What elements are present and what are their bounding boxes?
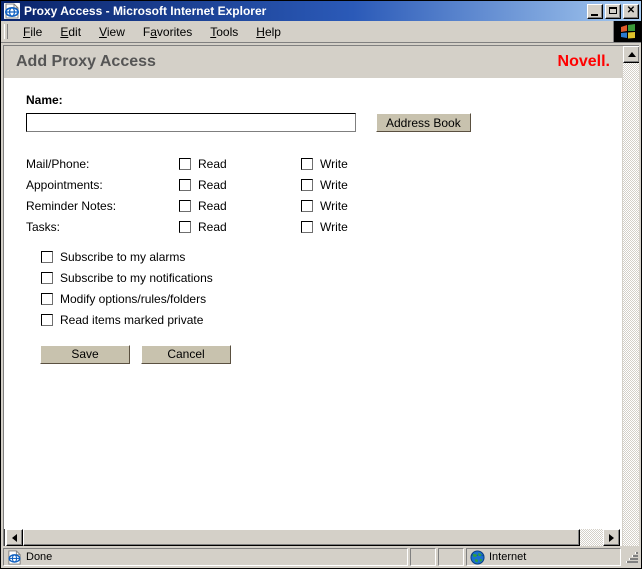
menu-item-file[interactable]: File — [14, 22, 51, 42]
checkbox-label: Write — [320, 156, 348, 171]
proxy-access-form: Name: Address Book Mail/Phone: Read Writ… — [4, 79, 622, 364]
option-row-subscribe-alarms: Subscribe to my alarms — [41, 246, 622, 267]
checkbox-label: Write — [320, 177, 348, 192]
option-row-modify-options: Modify options/rules/folders — [41, 288, 622, 309]
checkbox-label: Write — [320, 198, 348, 213]
menu-drag-handle[interactable] — [4, 24, 8, 39]
option-row-read-private: Read items marked private — [41, 309, 622, 330]
horizontal-scroll-thumb[interactable] — [23, 529, 580, 546]
appointments-write-checkbox[interactable] — [301, 178, 313, 191]
scroll-right-button[interactable] — [603, 529, 620, 546]
minimize-button[interactable] — [587, 3, 603, 19]
mail-phone-read-checkbox[interactable] — [179, 157, 191, 170]
form-actions: Save Cancel — [26, 345, 622, 364]
window-controls: ✕ — [587, 3, 639, 19]
globe-icon — [470, 549, 485, 565]
status-panel-2 — [438, 548, 464, 566]
checkbox-label: Read — [198, 156, 227, 171]
menu-item-favorites[interactable]: Favorites — [134, 22, 201, 42]
address-book-button[interactable]: Address Book — [376, 113, 471, 132]
option-row-subscribe-notifications: Subscribe to my notifications — [41, 267, 622, 288]
scroll-left-button[interactable] — [6, 529, 23, 546]
ie-animated-logo-icon[interactable] — [613, 21, 641, 42]
subscribe-alarms-checkbox[interactable] — [41, 250, 53, 263]
name-input[interactable] — [26, 113, 356, 132]
name-label: Name: — [26, 93, 63, 107]
permission-write-cell: Write — [301, 157, 423, 171]
menu-item-tools[interactable]: Tools — [201, 22, 247, 42]
options-list: Subscribe to my alarms Subscribe to my n… — [26, 246, 622, 330]
tasks-write-checkbox[interactable] — [301, 220, 313, 233]
reminder-notes-write-checkbox[interactable] — [301, 199, 313, 212]
checkbox-label: Write — [320, 219, 348, 234]
tasks-read-checkbox[interactable] — [179, 220, 191, 233]
mail-phone-write-checkbox[interactable] — [301, 157, 313, 170]
permission-write-cell: Write — [301, 178, 423, 192]
menu-items: File Edit View Favorites Tools Help — [10, 21, 613, 42]
checkbox-label: Read — [198, 177, 227, 192]
browser-window: Proxy Access - Microsoft Internet Explor… — [0, 0, 642, 569]
menu-item-view[interactable]: View — [90, 22, 134, 42]
subscribe-notifications-checkbox[interactable] — [41, 271, 53, 284]
permission-write-cell: Write — [301, 220, 423, 234]
page-viewport: Add Proxy Access Novell. Name: Address B… — [3, 45, 639, 546]
web-page-content: Add Proxy Access Novell. Name: Address B… — [4, 46, 622, 529]
modify-options-checkbox[interactable] — [41, 292, 53, 305]
security-zone-panel[interactable]: Internet — [466, 548, 621, 566]
permission-row-appointments: Appointments: Read Write — [26, 174, 622, 195]
horizontal-scrollbar[interactable] — [6, 529, 620, 546]
save-button[interactable]: Save — [40, 345, 130, 364]
menu-item-help[interactable]: Help — [247, 22, 290, 42]
maximize-button[interactable] — [605, 3, 621, 19]
status-message-panel: Done — [3, 548, 408, 566]
page-title: Add Proxy Access — [16, 53, 156, 70]
permissions-grid: Mail/Phone: Read Write Appointments: Rea… — [26, 153, 622, 237]
permission-read-cell: Read — [179, 178, 301, 192]
vertical-scrollbar[interactable] — [622, 46, 639, 546]
permission-label: Mail/Phone: — [26, 156, 90, 171]
window-title: Proxy Access - Microsoft Internet Explor… — [24, 4, 267, 18]
permission-read-cell: Read — [179, 157, 301, 171]
option-label: Subscribe to my notifications — [60, 270, 213, 285]
permission-read-cell: Read — [179, 220, 301, 234]
option-label: Read items marked private — [60, 312, 204, 327]
cancel-button[interactable]: Cancel — [141, 345, 231, 364]
menu-bar: File Edit View Favorites Tools Help — [1, 21, 641, 43]
option-label: Subscribe to my alarms — [60, 249, 186, 264]
horizontal-scroll-track[interactable] — [23, 529, 603, 546]
page-header-band: Add Proxy Access Novell. — [4, 46, 622, 79]
novell-logo: Novell. — [557, 53, 610, 70]
permission-row-reminder-notes: Reminder Notes: Read Write — [26, 195, 622, 216]
status-bar: Done Internet — [1, 546, 641, 568]
ie-document-icon — [4, 3, 20, 19]
permission-read-cell: Read — [179, 199, 301, 213]
resize-grip[interactable] — [625, 550, 639, 564]
status-text: Done — [26, 551, 53, 563]
menu-item-edit[interactable]: Edit — [51, 22, 90, 42]
checkbox-label: Read — [198, 198, 227, 213]
checkbox-label: Read — [198, 219, 227, 234]
security-zone-text: Internet — [489, 551, 527, 563]
scroll-up-button[interactable] — [623, 46, 639, 63]
reminder-notes-read-checkbox[interactable] — [179, 199, 191, 212]
vertical-scroll-track[interactable] — [623, 63, 639, 546]
permission-label: Reminder Notes: — [26, 198, 117, 213]
name-row: Address Book — [26, 113, 622, 132]
close-button[interactable]: ✕ — [623, 3, 639, 19]
read-private-checkbox[interactable] — [41, 313, 53, 326]
appointments-read-checkbox[interactable] — [179, 178, 191, 191]
permission-row-mail-phone: Mail/Phone: Read Write — [26, 153, 622, 174]
permission-write-cell: Write — [301, 199, 423, 213]
permission-label: Tasks: — [26, 219, 61, 234]
permission-row-tasks: Tasks: Read Write — [26, 216, 622, 237]
option-label: Modify options/rules/folders — [60, 291, 207, 306]
ie-document-icon — [7, 549, 22, 565]
status-panel-1 — [410, 548, 436, 566]
permission-label: Appointments: — [26, 177, 103, 192]
title-bar: Proxy Access - Microsoft Internet Explor… — [1, 1, 641, 21]
